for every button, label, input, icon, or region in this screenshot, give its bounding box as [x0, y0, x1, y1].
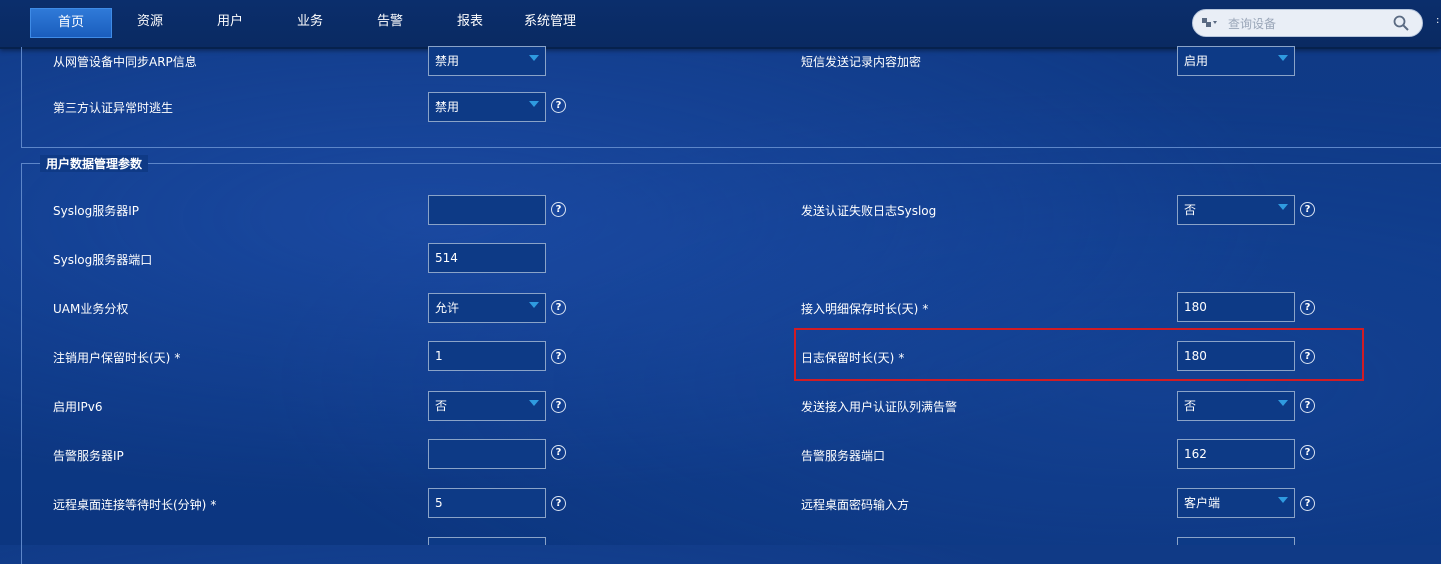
triangle-down-icon	[529, 302, 539, 308]
label-alarm-server-port: 告警服务器端口	[801, 449, 886, 463]
select-enable-ipv6[interactable]: 否	[428, 391, 546, 421]
help-icon[interactable]: ?	[551, 98, 566, 113]
triangle-down-icon	[1278, 55, 1288, 61]
top-nav-bar: 首页 资源 用户 业务 告警 报表 系统管理 :	[0, 0, 1441, 49]
input-deregistered-user-retention[interactable]	[428, 341, 546, 371]
select-sms-encrypt-value: 启用	[1184, 54, 1209, 68]
required-mark: *	[174, 351, 181, 365]
label-deregistered-user-retention: 注销用户保留时长(天) *	[53, 349, 180, 366]
help-icon[interactable]: ?	[1300, 349, 1315, 364]
label-remote-desktop-wait: 远程桌面连接等待时长(分钟) *	[53, 496, 216, 513]
select-sync-arp[interactable]: 禁用	[428, 46, 546, 76]
select-uam-authorization-value: 允许	[435, 301, 460, 315]
help-icon[interactable]: ?	[1300, 202, 1315, 217]
next-row-field[interactable]	[428, 537, 546, 545]
help-icon[interactable]: ?	[551, 349, 566, 364]
select-auth-queue-full-alarm-value: 否	[1184, 399, 1197, 413]
help-icon[interactable]: ?	[551, 300, 566, 315]
label-alarm-server-ip: 告警服务器IP	[53, 449, 124, 463]
required-mark: *	[922, 302, 929, 316]
triangle-down-icon	[529, 101, 539, 107]
label-third-party-escape: 第三方认证异常时逃生	[53, 101, 174, 115]
help-icon[interactable]: ?	[551, 445, 566, 460]
input-access-detail-retention[interactable]	[1177, 292, 1295, 322]
nav-system-management[interactable]: 系统管理	[515, 8, 585, 36]
help-icon[interactable]: ?	[1300, 300, 1315, 315]
label-text: 注销用户保留时长(天)	[53, 351, 171, 365]
label-sms-encrypt: 短信发送记录内容加密	[801, 55, 922, 69]
label-enable-ipv6: 启用IPv6	[53, 400, 103, 414]
section-title: 用户数据管理参数	[40, 155, 149, 172]
device-search-box	[1192, 9, 1423, 37]
device-type-dropdown-icon[interactable]	[1202, 17, 1218, 29]
help-icon[interactable]: ?	[1300, 496, 1315, 511]
device-search-input[interactable]	[1226, 13, 1380, 35]
triangle-down-icon	[1278, 400, 1288, 406]
select-remote-desktop-password-input[interactable]: 客户端	[1177, 488, 1295, 518]
label-remote-desktop-password-input: 远程桌面密码输入方	[801, 498, 910, 512]
triangle-down-icon	[529, 55, 539, 61]
input-remote-desktop-wait[interactable]	[428, 488, 546, 518]
required-mark: *	[898, 351, 905, 365]
select-remote-desktop-password-input-value: 客户端	[1184, 496, 1221, 510]
help-icon[interactable]: ?	[1300, 445, 1315, 460]
required-mark: *	[210, 498, 217, 512]
help-icon[interactable]: ?	[551, 202, 566, 217]
triangle-down-icon	[1278, 497, 1288, 503]
input-log-retention[interactable]	[1177, 341, 1295, 371]
input-syslog-ip[interactable]	[428, 195, 546, 225]
input-alarm-server-ip[interactable]	[428, 439, 546, 469]
input-syslog-port[interactable]	[428, 243, 546, 273]
label-sync-arp: 从网管设备中同步ARP信息	[53, 55, 197, 69]
label-text: 接入明细保存时长(天)	[801, 302, 919, 316]
label-uam-authorization: UAM业务分权	[53, 302, 129, 316]
select-third-party-escape-value: 禁用	[435, 100, 460, 114]
help-icon[interactable]: ?	[551, 398, 566, 413]
label-access-detail-retention: 接入明细保存时长(天) *	[801, 300, 928, 317]
nav-business[interactable]: 业务	[280, 8, 340, 36]
nav-reports[interactable]: 报表	[440, 8, 500, 36]
next-row-field[interactable]	[1177, 537, 1295, 545]
label-syslog-ip: Syslog服务器IP	[53, 204, 140, 218]
select-sync-arp-value: 禁用	[435, 54, 460, 68]
select-enable-ipv6-value: 否	[435, 399, 448, 413]
label-auth-queue-full-alarm: 发送接入用户认证队列满告警	[801, 400, 958, 414]
nav-users[interactable]: 用户	[200, 8, 260, 36]
label-syslog-port: Syslog服务器端口	[53, 253, 153, 267]
search-icon[interactable]	[1393, 15, 1409, 31]
select-send-auth-fail-syslog[interactable]: 否	[1177, 195, 1295, 225]
triangle-down-icon	[1278, 204, 1288, 210]
label-send-auth-fail-syslog: 发送认证失败日志Syslog	[801, 204, 937, 218]
select-uam-authorization[interactable]: 允许	[428, 293, 546, 323]
triangle-down-icon	[529, 400, 539, 406]
nav-home[interactable]: 首页	[30, 8, 112, 38]
select-third-party-escape[interactable]: 禁用	[428, 92, 546, 122]
label-text: 远程桌面连接等待时长(分钟)	[53, 498, 207, 512]
help-icon[interactable]: ?	[1300, 398, 1315, 413]
help-icon[interactable]: ?	[551, 496, 566, 511]
select-auth-queue-full-alarm[interactable]: 否	[1177, 391, 1295, 421]
edge-handle: :	[1436, 15, 1440, 26]
select-sms-encrypt[interactable]: 启用	[1177, 46, 1295, 76]
nav-resources[interactable]: 资源	[120, 8, 180, 36]
select-send-auth-fail-syslog-value: 否	[1184, 203, 1197, 217]
input-alarm-server-port[interactable]	[1177, 439, 1295, 469]
label-log-retention: 日志保留时长(天) *	[801, 349, 904, 366]
label-text: 日志保留时长(天)	[801, 351, 895, 365]
nav-alarms[interactable]: 告警	[360, 8, 420, 36]
